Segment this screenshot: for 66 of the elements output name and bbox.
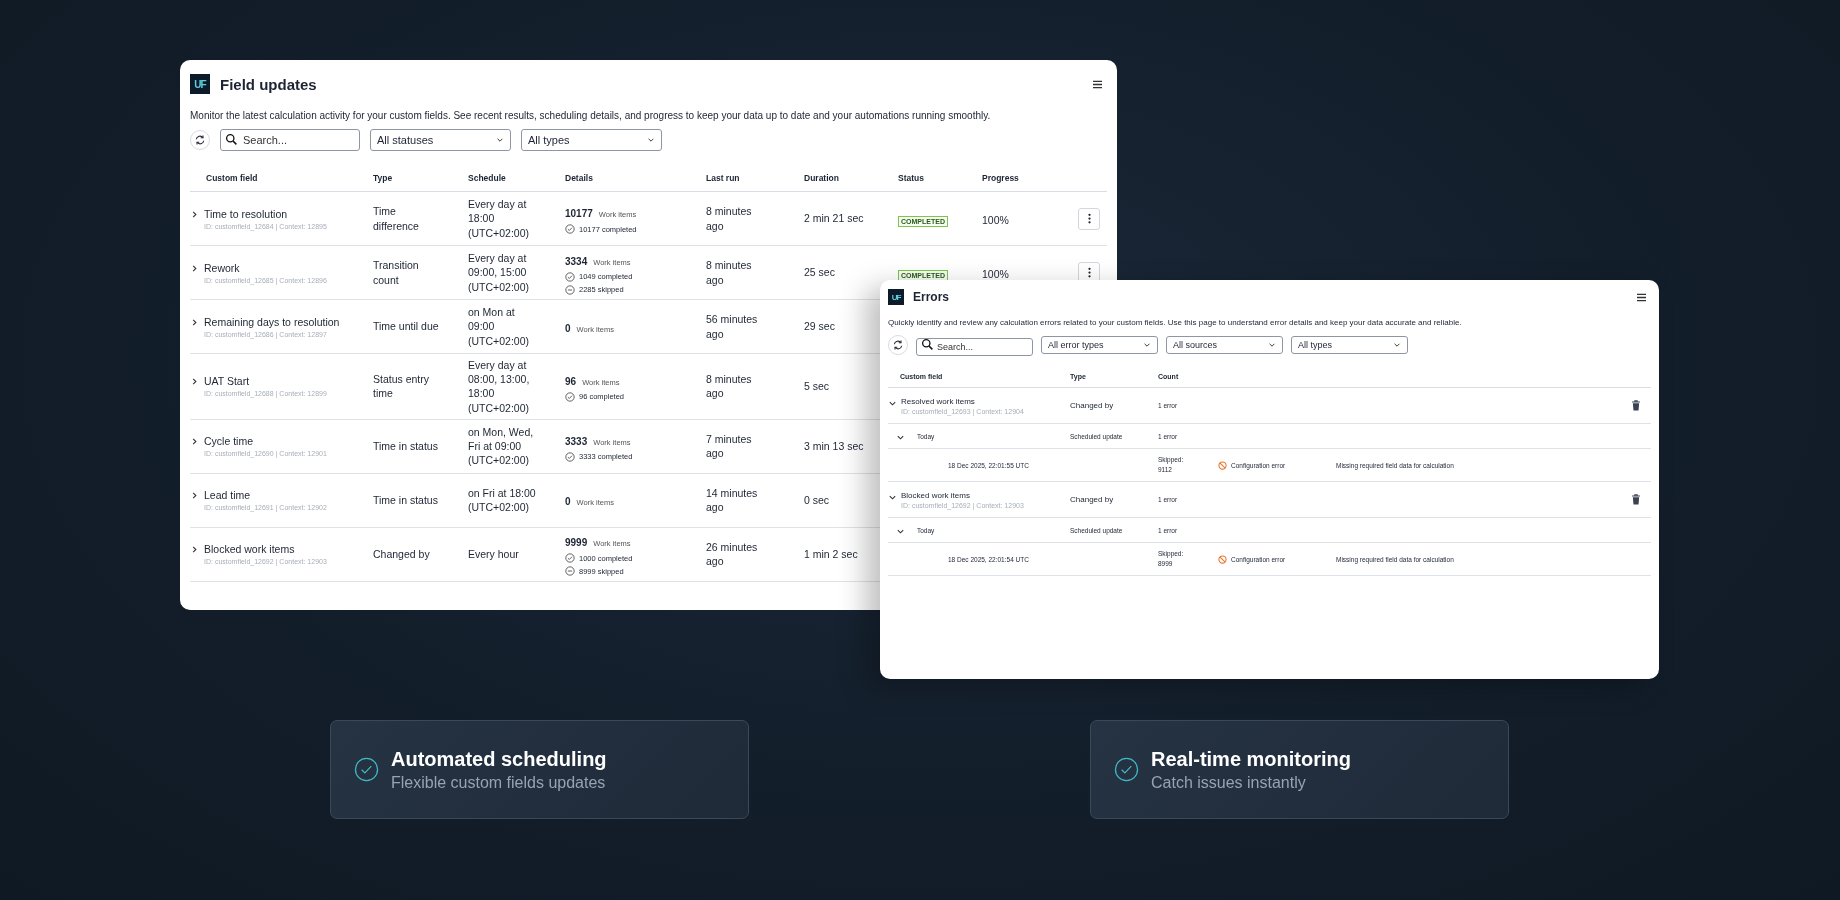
- column-header: Last run: [706, 173, 741, 183]
- schedule-cell-text: on Fri at 18:00 (UTC+02:00): [468, 486, 537, 515]
- last-run-cell-text: 7 minutes ago: [706, 432, 753, 461]
- page-description: Quickly identify and review any calculation errors related to your custom fields. Use this page to understand error details and keep your data accurate and reliable.: [888, 318, 1463, 327]
- column-header: Duration: [804, 173, 840, 183]
- column-header: Custom field: [205, 173, 259, 183]
- type-cell-text: Transition count: [373, 258, 420, 287]
- column-header: Type: [373, 173, 394, 183]
- type-cell: Time until due: [373, 319, 439, 334]
- last-run-cell-text: 14 minutes ago: [706, 486, 759, 515]
- column-header: Status: [898, 173, 925, 183]
- page-description: Monitor the latest calculation activity for your custom fields. See recent results, scheduling details, and progress to keep your data up to date and your automations running smoothly.: [190, 110, 992, 121]
- work-item-total: 3334: [565, 255, 588, 267]
- duration-cell: 2 min 21 sec: [804, 211, 864, 226]
- window-title: Field updates: [220, 75, 318, 93]
- schedule-cell-text: Every day at 18:00 (UTC+02:00): [468, 197, 530, 240]
- work-item-total: 3333: [565, 435, 588, 447]
- type-cell: Time in status: [373, 493, 438, 508]
- field-name: Time to resolution: [204, 207, 289, 220]
- work-item-total: 10177: [565, 208, 593, 219]
- work-item-total: 0: [565, 496, 571, 508]
- field-name: Blocked work items: [204, 543, 296, 556]
- feature-subtitle: Catch issues instantly: [1151, 773, 1307, 792]
- duration-cell: 29 sec: [804, 319, 835, 334]
- feature-title: Automated scheduling: [391, 747, 607, 771]
- duration-cell: 3 min 13 sec: [804, 439, 864, 454]
- work-item-total: 0: [565, 322, 571, 334]
- feature-title: Real-time monitoring: [1151, 747, 1351, 771]
- feature-subtitle: Flexible custom fields updates: [391, 773, 607, 792]
- column-header: Details: [565, 173, 594, 183]
- progress-cell: 100%: [982, 267, 1009, 280]
- type-cell: Changed by: [373, 547, 430, 562]
- field-name: Blocked work items: [901, 490, 971, 500]
- last-run-cell-text: 8 minutes ago: [706, 204, 753, 233]
- app-logo: UF: [190, 74, 210, 94]
- app-logo: UF: [888, 289, 904, 305]
- progress-cell: 100%: [982, 213, 1009, 226]
- field-name: UAT Start: [204, 375, 251, 388]
- field-name: Lead time: [204, 489, 252, 502]
- duration-cell: 5 sec: [804, 379, 830, 394]
- window-title: Errors: [913, 290, 951, 304]
- type-cell-text: Status entry time: [373, 372, 431, 401]
- type-cell: Changed by: [1070, 495, 1114, 504]
- duration-cell: 25 sec: [804, 265, 835, 280]
- duration-cell: 0 sec: [804, 493, 830, 508]
- field-name: Resolved work items: [901, 396, 976, 406]
- schedule-cell-text: Every day at 08:00, 13:00, 18:00 (UTC+02:00): [468, 358, 531, 415]
- last-run-cell-text: 56 minutes ago: [706, 312, 759, 341]
- schedule-cell-text: on Mon, Wed, Fri at 09:00 (UTC+02:00): [468, 424, 535, 468]
- last-run-cell-text: 26 minutes ago: [706, 540, 759, 569]
- type-cell-text: Time difference: [373, 204, 420, 233]
- schedule-cell-text: on Mon at 09:00 (UTC+02:00): [468, 305, 530, 348]
- column-header: Progress: [982, 173, 1020, 183]
- type-cell: Time in status: [373, 439, 438, 454]
- field-name: Remaining days to resolution: [204, 315, 340, 328]
- field-name: Rework: [204, 261, 241, 274]
- duration-cell: 1 min 2 sec: [804, 547, 858, 562]
- last-run-cell-text: 8 minutes ago: [706, 258, 753, 287]
- schedule-cell-text: Every day at 09:00, 15:00 (UTC+02:00): [468, 251, 530, 294]
- type-cell: Changed by: [1070, 401, 1114, 410]
- column-header: Schedule: [468, 173, 507, 183]
- schedule-cell: Every hour: [468, 547, 519, 562]
- last-run-cell-text: 8 minutes ago: [706, 372, 753, 401]
- field-name: Cycle time: [204, 435, 254, 448]
- work-item-total: 9999: [565, 537, 588, 549]
- work-item-total: 96: [565, 375, 577, 387]
